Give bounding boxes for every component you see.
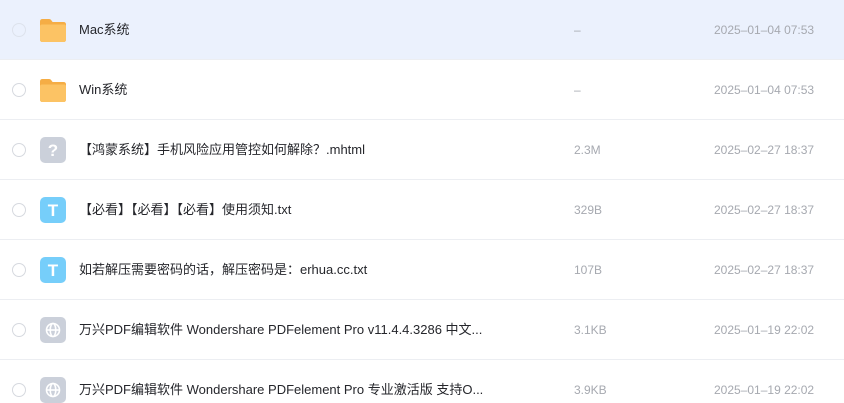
file-row[interactable]: Mac系统 – 2025–01–04 07:53: [0, 0, 844, 60]
file-row[interactable]: 万兴PDF编辑软件 Wondershare PDFelement Pro 专业激…: [0, 360, 844, 403]
row-checkbox[interactable]: [12, 323, 26, 337]
file-list: Mac系统 – 2025–01–04 07:53 Win系统 – 2025–01…: [0, 0, 844, 403]
file-name[interactable]: 【鸿蒙系统】手机风险应用管控如何解除？.mhtml: [79, 141, 509, 159]
file-row[interactable]: 万兴PDF编辑软件 Wondershare PDFelement Pro v11…: [0, 300, 844, 360]
file-size: 2.3M: [574, 143, 601, 157]
unknown-file-icon: ?: [39, 136, 67, 164]
web-link-icon: [39, 376, 67, 403]
file-row[interactable]: T 如若解压需要密码的话，解压密码是：erhua.cc.txt 107B 202…: [0, 240, 844, 300]
file-row[interactable]: Win系统 – 2025–01–04 07:53: [0, 60, 844, 120]
file-date: 2025–01–04 07:53: [714, 83, 815, 97]
folder-icon: [39, 76, 67, 104]
file-size: 3.9KB: [574, 383, 607, 397]
text-file-icon: T: [39, 256, 67, 284]
row-checkbox[interactable]: [12, 383, 26, 397]
file-name[interactable]: 万兴PDF编辑软件 Wondershare PDFelement Pro 专业激…: [79, 381, 509, 399]
file-date: 2025–02–27 18:37: [714, 203, 815, 217]
file-size: 3.1KB: [574, 323, 607, 337]
file-size: –: [574, 83, 581, 97]
row-checkbox[interactable]: [12, 143, 26, 157]
folder-icon: [39, 16, 67, 44]
file-date: 2025–01–19 22:02: [714, 383, 815, 397]
file-date: 2025–02–27 18:37: [714, 263, 815, 277]
row-checkbox[interactable]: [12, 203, 26, 217]
file-name[interactable]: Mac系统: [79, 21, 509, 39]
file-size: –: [574, 23, 581, 37]
file-name[interactable]: 【必看】【必看】【必看】使用须知.txt: [79, 201, 509, 219]
text-file-icon: T: [39, 196, 67, 224]
web-link-icon: [39, 316, 67, 344]
file-date: 2025–02–27 18:37: [714, 143, 815, 157]
file-name[interactable]: 如若解压需要密码的话，解压密码是：erhua.cc.txt: [79, 261, 509, 279]
file-size: 107B: [574, 263, 603, 277]
file-row[interactable]: T 【必看】【必看】【必看】使用须知.txt 329B 2025–02–27 1…: [0, 180, 844, 240]
row-checkbox[interactable]: [12, 23, 26, 37]
file-size: 329B: [574, 203, 603, 217]
file-name[interactable]: Win系统: [79, 81, 509, 99]
file-date: 2025–01–04 07:53: [714, 23, 815, 37]
row-checkbox[interactable]: [12, 263, 26, 277]
file-date: 2025–01–19 22:02: [714, 323, 815, 337]
svg-text:?: ?: [48, 141, 58, 160]
svg-text:T: T: [48, 261, 59, 280]
svg-text:T: T: [48, 201, 59, 220]
file-name[interactable]: 万兴PDF编辑软件 Wondershare PDFelement Pro v11…: [79, 321, 509, 339]
file-row[interactable]: ? 【鸿蒙系统】手机风险应用管控如何解除？.mhtml 2.3M 2025–02…: [0, 120, 844, 180]
row-checkbox[interactable]: [12, 83, 26, 97]
